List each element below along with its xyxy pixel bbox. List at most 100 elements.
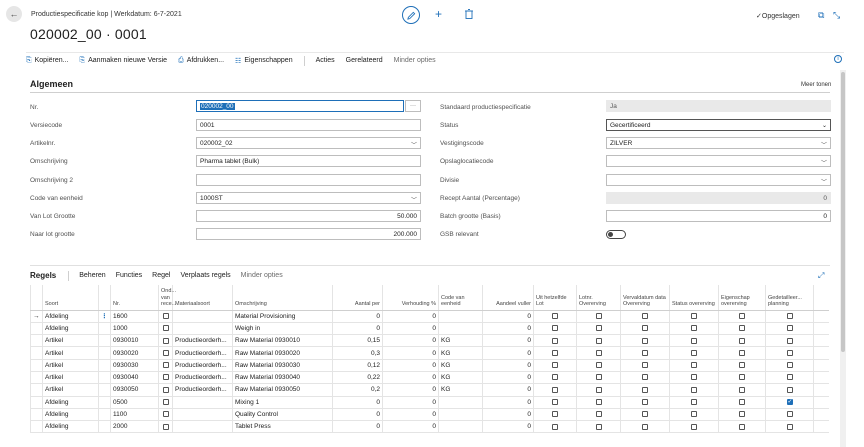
cell-nr[interactable]: 1600 [110, 310, 159, 323]
cell-lotnr-overerving[interactable] [576, 346, 621, 360]
cell-materiaalsoort[interactable] [172, 322, 233, 336]
cell-gedetailleerde-planning[interactable] [765, 371, 814, 385]
cell-uit-hetzelfde-lot[interactable] [533, 396, 577, 409]
cell-soort[interactable]: Artikel [42, 383, 99, 397]
cell-soort[interactable]: Artikel [42, 346, 99, 360]
cell-lotnr-overerving[interactable] [576, 334, 621, 348]
cell-gedetailleerde-planning[interactable] [765, 420, 814, 434]
checkbox[interactable] [786, 386, 793, 393]
cell-verhouding[interactable]: 0 [382, 383, 439, 397]
checkbox[interactable] [162, 423, 169, 430]
checkbox[interactable] [739, 411, 745, 418]
cell-verhouding[interactable]: 0 [382, 408, 439, 422]
col-verhouding[interactable]: Verhouding % [382, 285, 439, 311]
cell-uit-hetzelfde-lot[interactable] [533, 420, 577, 434]
col-code-eenheid[interactable]: Code van eenheid [438, 285, 483, 311]
cell-status-overerving[interactable] [669, 396, 719, 409]
checkbox[interactable] [691, 374, 697, 381]
cell-soort[interactable]: Afdeling [42, 396, 99, 409]
checkbox[interactable] [595, 362, 602, 369]
cell-omschrijving[interactable]: Mixing 1 [232, 396, 333, 409]
col-materiaalsoort[interactable]: Materiaalsoort [172, 285, 233, 311]
cell-ond-checkbox[interactable] [158, 322, 173, 336]
row-actions-cell[interactable] [98, 346, 111, 360]
checkbox[interactable] [642, 423, 648, 430]
vestigingscode-select[interactable]: ZILVER ﹀ [606, 137, 831, 149]
cell-soort[interactable]: Artikel [42, 371, 99, 385]
cell-omschrijving[interactable]: Raw Material 0930010 [232, 334, 333, 348]
van-lot-input[interactable]: 50.000 [196, 210, 421, 222]
lines-menu-beheren[interactable]: Beheren [79, 272, 105, 279]
lines-title[interactable]: Regels [30, 271, 56, 280]
cell-code-eenheid[interactable]: KG [438, 359, 483, 372]
checkbox[interactable] [642, 325, 648, 332]
table-row[interactable]: Artikel 0930040 Productieorderh... Raw Mate… [30, 371, 829, 385]
cell-vervaldatum-overerving[interactable] [620, 396, 670, 409]
cell-lotnr-overerving[interactable] [576, 310, 621, 323]
code-eenheid-select[interactable]: 1000ST ﹀ [196, 192, 421, 204]
cell-verhouding[interactable]: 0 [382, 334, 439, 348]
cell-uit-hetzelfde-lot[interactable] [533, 322, 577, 336]
cell-status-overerving[interactable] [669, 346, 719, 360]
checkbox[interactable] [739, 337, 745, 344]
checkbox[interactable] [691, 349, 697, 356]
checkbox[interactable] [739, 325, 745, 332]
properties-action[interactable]: ☷ Eigenschappen [235, 57, 293, 65]
cell-vervaldatum-overerving[interactable] [620, 310, 670, 323]
cell-verhouding[interactable]: 0 [382, 359, 439, 372]
cell-omschrijving[interactable]: Raw Material 0930030 [232, 359, 333, 372]
cell-code-eenheid[interactable] [438, 408, 483, 422]
cell-code-eenheid[interactable] [438, 420, 483, 434]
nr-lookup-button[interactable]: ··· [405, 100, 421, 112]
cell-soort[interactable]: Afdeling [42, 420, 99, 434]
row-marker[interactable] [30, 359, 43, 372]
cell-uit-hetzelfde-lot[interactable] [533, 371, 577, 385]
checkbox[interactable] [739, 362, 745, 369]
checkbox[interactable] [595, 337, 602, 344]
cell-lotnr-overerving[interactable] [576, 420, 621, 434]
checkbox[interactable] [162, 374, 169, 381]
cell-aandeel-vuller[interactable]: 0 [482, 383, 534, 397]
cell-aandeel-vuller[interactable]: 0 [482, 408, 534, 422]
cell-nr[interactable]: 1000 [110, 322, 159, 336]
cell-aantal-per[interactable]: 0,12 [332, 359, 383, 372]
cell-soort[interactable]: Artikel [42, 334, 99, 348]
table-row[interactable]: Afdeling 1100 Quality Control 0 0 0 [30, 408, 829, 422]
cell-materiaalsoort[interactable] [172, 420, 233, 434]
checkbox[interactable] [595, 312, 602, 319]
copy-action[interactable]: ⎘ Kopiëren... [26, 57, 68, 65]
checkbox[interactable] [162, 411, 169, 418]
omschrijving-2-input[interactable] [196, 174, 421, 186]
table-row[interactable]: Afdeling 0500 Mixing 1000 [30, 396, 829, 409]
omschrijving-input[interactable]: Pharma tablet (Bulk) [196, 155, 421, 167]
cell-eigenschap-overerving[interactable] [718, 383, 766, 397]
status-select[interactable]: Gecertificeerd ⌄ [606, 119, 831, 131]
checkbox[interactable] [552, 312, 558, 319]
cell-code-eenheid[interactable] [438, 322, 483, 336]
row-marker[interactable]: → [30, 310, 43, 323]
cell-gedetailleerde-planning[interactable] [765, 346, 814, 360]
cell-ond-checkbox[interactable] [158, 359, 173, 372]
naar-lot-input[interactable]: 200.000 [196, 228, 421, 240]
cell-eigenschap-overerving[interactable] [718, 371, 766, 385]
cell-materiaalsoort[interactable] [172, 310, 233, 323]
checkbox[interactable] [552, 399, 558, 405]
checkbox[interactable] [642, 399, 648, 405]
versiecode-input[interactable]: 0001 [196, 119, 421, 131]
checkbox[interactable] [552, 349, 558, 356]
info-icon[interactable]: i [834, 55, 842, 63]
row-actions-cell[interactable] [98, 420, 111, 434]
checkbox[interactable] [552, 386, 558, 393]
cell-aantal-per[interactable]: 0,15 [332, 334, 383, 348]
cell-gedetailleerde-planning[interactable] [765, 310, 814, 323]
cell-lotnr-overerving[interactable] [576, 408, 621, 422]
cell-aandeel-vuller[interactable]: 0 [482, 334, 534, 348]
col-ond[interactable]: Ond... van rece... [158, 285, 176, 311]
cell-materiaalsoort[interactable]: Productieorderh... [172, 346, 233, 360]
row-marker[interactable] [30, 334, 43, 348]
cell-omschrijving[interactable]: Weigh in [232, 322, 333, 336]
checkbox[interactable] [595, 386, 602, 393]
cell-verhouding[interactable]: 0 [382, 346, 439, 360]
cell-materiaalsoort[interactable]: Productieorderh... [172, 371, 233, 385]
col-eigenschap-overerving[interactable]: Eigenschap overerving [718, 285, 766, 311]
